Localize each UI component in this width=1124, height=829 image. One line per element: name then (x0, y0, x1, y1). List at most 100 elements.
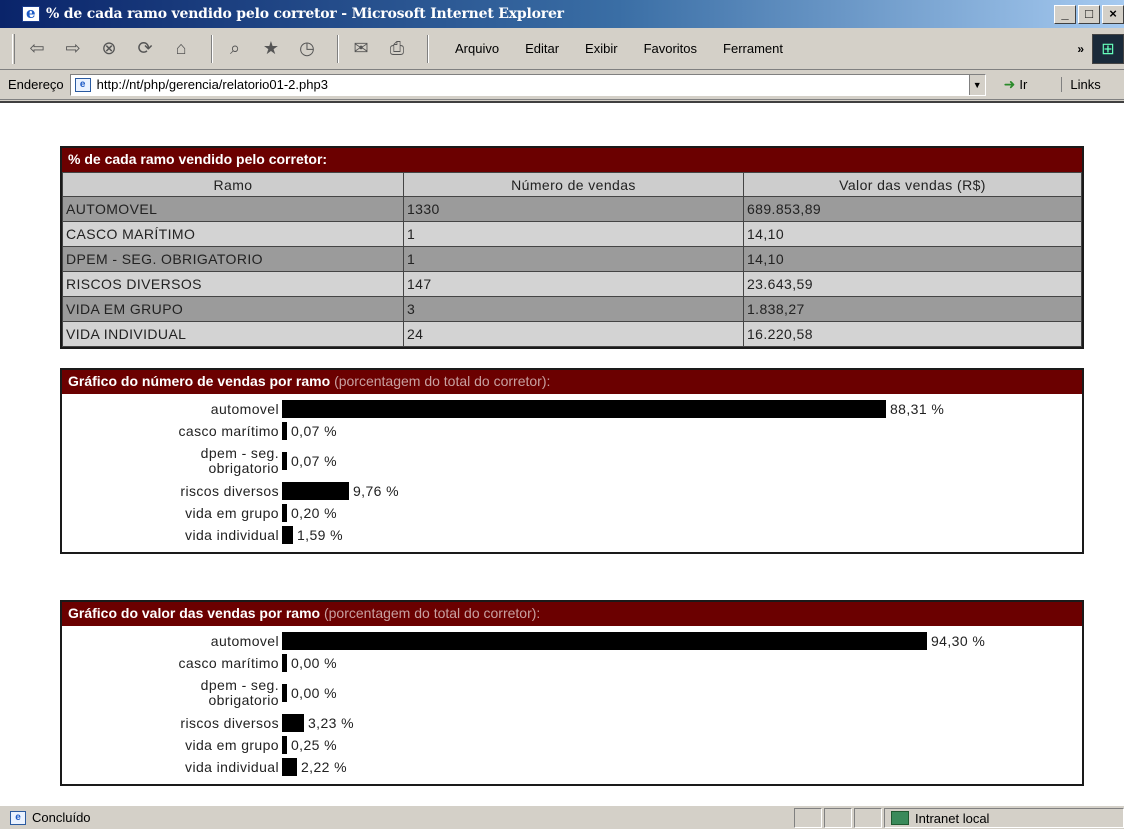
chart-title-value: Gráfico do valor das vendas por ramo (po… (62, 602, 1082, 626)
bar-category-label: riscos diversos (180, 714, 279, 731)
minimize-button[interactable]: _ (1054, 5, 1076, 24)
bar-category-label: dpem - seg. obrigatorio (200, 445, 279, 476)
bar-row: vida em grupo 0,20 % (62, 502, 1082, 524)
close-button[interactable]: × (1102, 5, 1124, 24)
toolbar-separator (337, 34, 339, 63)
page-content: % de cada ramo vendido pelo corretor: Ra… (0, 101, 1124, 805)
stop-icon[interactable]: ⊗ (95, 36, 123, 62)
bar (282, 400, 886, 418)
browser-window: % de cada ramo vendido pelo corretor - M… (0, 0, 1124, 829)
status-cell (854, 808, 882, 828)
bar-row: dpem - seg. obrigatorio 0,00 % (62, 674, 1082, 712)
cell-numero: 24 (403, 321, 744, 347)
bar-category-label: dpem - seg. obrigatorio (200, 677, 279, 708)
bar-value-label: 0,00 % (291, 685, 337, 701)
table-row: VIDA INDIVIDUAL 24 16.220,58 (62, 321, 1082, 347)
chart-title-count: Gráfico do número de vendas por ramo (po… (62, 370, 1082, 394)
bar-row: vida individual 2,22 % (62, 756, 1082, 778)
address-field[interactable]: e http://nt/php/gerencia/relatorio01-2.p… (69, 73, 986, 96)
summary-panel: % de cada ramo vendido pelo corretor: Ra… (60, 146, 1084, 349)
bar (282, 526, 293, 544)
refresh-icon[interactable]: ⟳ (131, 36, 159, 62)
home-icon[interactable]: ⌂ (167, 36, 195, 62)
bar-value-label: 3,23 % (308, 715, 354, 731)
bar-category-label: casco marítimo (178, 654, 279, 671)
menu-ferramentas[interactable]: Ferrament (723, 41, 783, 56)
status-bar: e Concluído Intranet local (0, 805, 1124, 829)
page-done-icon: e (10, 810, 26, 825)
search-icon[interactable]: ⌕ (221, 36, 249, 62)
go-label: Ir (1019, 77, 1028, 92)
cell-ramo: RISCOS DIVERSOS (62, 271, 404, 297)
menu-editar[interactable]: Editar (525, 41, 559, 56)
bar-category-label: vida em grupo (185, 736, 279, 753)
window-controls: _ □ × (1054, 5, 1124, 24)
bar-category-label: vida individual (185, 526, 279, 543)
forward-icon[interactable]: ⇨ (59, 36, 87, 62)
menu-bar: Arquivo Editar Exibir Favoritos Ferramen… (455, 41, 783, 56)
toolbar-grip[interactable] (12, 33, 15, 64)
chart-subtitle: (porcentagem do total do corretor): (323, 605, 541, 621)
windows-logo: ⊞ (1092, 34, 1124, 64)
go-button[interactable]: ➜ Ir (1004, 76, 1028, 93)
bar-row: dpem - seg. obrigatorio 0,07 % (62, 442, 1082, 480)
bar-category-label: casco marítimo (178, 422, 279, 439)
bar-row: casco marítimo 0,00 % (62, 652, 1082, 674)
maximize-button[interactable]: □ (1078, 5, 1100, 24)
chart-panel-count: Gráfico do número de vendas por ramo (po… (60, 368, 1084, 554)
bar-value-label: 0,25 % (291, 737, 337, 753)
status-text: Concluído (32, 810, 91, 825)
cell-ramo: VIDA INDIVIDUAL (62, 321, 404, 347)
cell-valor: 16.220,58 (743, 321, 1082, 347)
table-header-row: Ramo Número de vendas Valor das vendas (… (62, 172, 1082, 197)
bar-category-label: automovel (210, 632, 279, 649)
cell-valor: 689.853,89 (743, 196, 1082, 222)
cell-ramo: CASCO MARÍTIMO (62, 221, 404, 247)
bar-value-label: 94,30 % (931, 633, 986, 649)
table-row: RISCOS DIVERSOS 147 23.643,59 (62, 271, 1082, 297)
page-icon: e (74, 77, 91, 92)
bar-value-label: 0,00 % (291, 655, 337, 671)
favorites-icon[interactable]: ★ (257, 36, 285, 62)
chevron-icon[interactable]: » (1077, 42, 1084, 56)
window-title: % de cada ramo vendido pelo corretor - M… (46, 6, 564, 22)
ie-icon (22, 4, 40, 22)
bar-category-label: riscos diversos (180, 482, 279, 499)
bar-value-label: 1,59 % (297, 527, 343, 543)
bar-value-label: 0,07 % (291, 423, 337, 439)
bar-category-label: vida em grupo (185, 504, 279, 521)
table-row: CASCO MARÍTIMO 1 14,10 (62, 221, 1082, 247)
status-cell (794, 808, 822, 828)
bar (282, 482, 349, 500)
cell-ramo: AUTOMOVEL (62, 196, 404, 222)
links-button[interactable]: Links (1061, 77, 1101, 92)
menu-arquivo[interactable]: Arquivo (455, 41, 499, 56)
menu-exibir[interactable]: Exibir (585, 41, 618, 56)
chart-title: Gráfico do valor das vendas por ramo (68, 605, 321, 621)
address-dropdown-icon[interactable]: ▼ (968, 74, 985, 95)
menu-favoritos[interactable]: Favoritos (644, 41, 697, 56)
history-icon[interactable]: ◷ (293, 36, 321, 62)
summary-table: Ramo Número de vendas Valor das vendas (… (62, 172, 1082, 347)
bar-row: automovel 88,31 % (62, 398, 1082, 420)
bar-row: automovel 94,30 % (62, 630, 1082, 652)
cell-numero: 1 (403, 221, 744, 247)
status-cell (824, 808, 852, 828)
bar-category-label: vida individual (185, 758, 279, 775)
summary-title: % de cada ramo vendido pelo corretor: (62, 148, 1082, 172)
address-url[interactable]: http://nt/php/gerencia/relatorio01-2.php… (97, 77, 328, 92)
table-row: VIDA EM GRUPO 3 1.838,27 (62, 296, 1082, 322)
back-icon[interactable]: ⇦ (23, 36, 51, 62)
column-header-valor: Valor das vendas (R$) (743, 172, 1082, 197)
cell-numero: 3 (403, 296, 744, 322)
column-header-ramo: Ramo (62, 172, 404, 197)
print-icon[interactable]: ⎙ (383, 36, 411, 62)
toolbar-separator (211, 34, 213, 63)
status-cells: Intranet local (792, 808, 1124, 828)
bar (282, 714, 304, 732)
mail-icon[interactable]: ✉ (347, 36, 375, 62)
intranet-icon (891, 811, 909, 825)
cell-valor: 14,10 (743, 246, 1082, 272)
bar-row: riscos diversos 3,23 % (62, 712, 1082, 734)
bar-chart-count: automovel 88,31 % casco marítimo 0,07 % dpem… (62, 394, 1082, 552)
